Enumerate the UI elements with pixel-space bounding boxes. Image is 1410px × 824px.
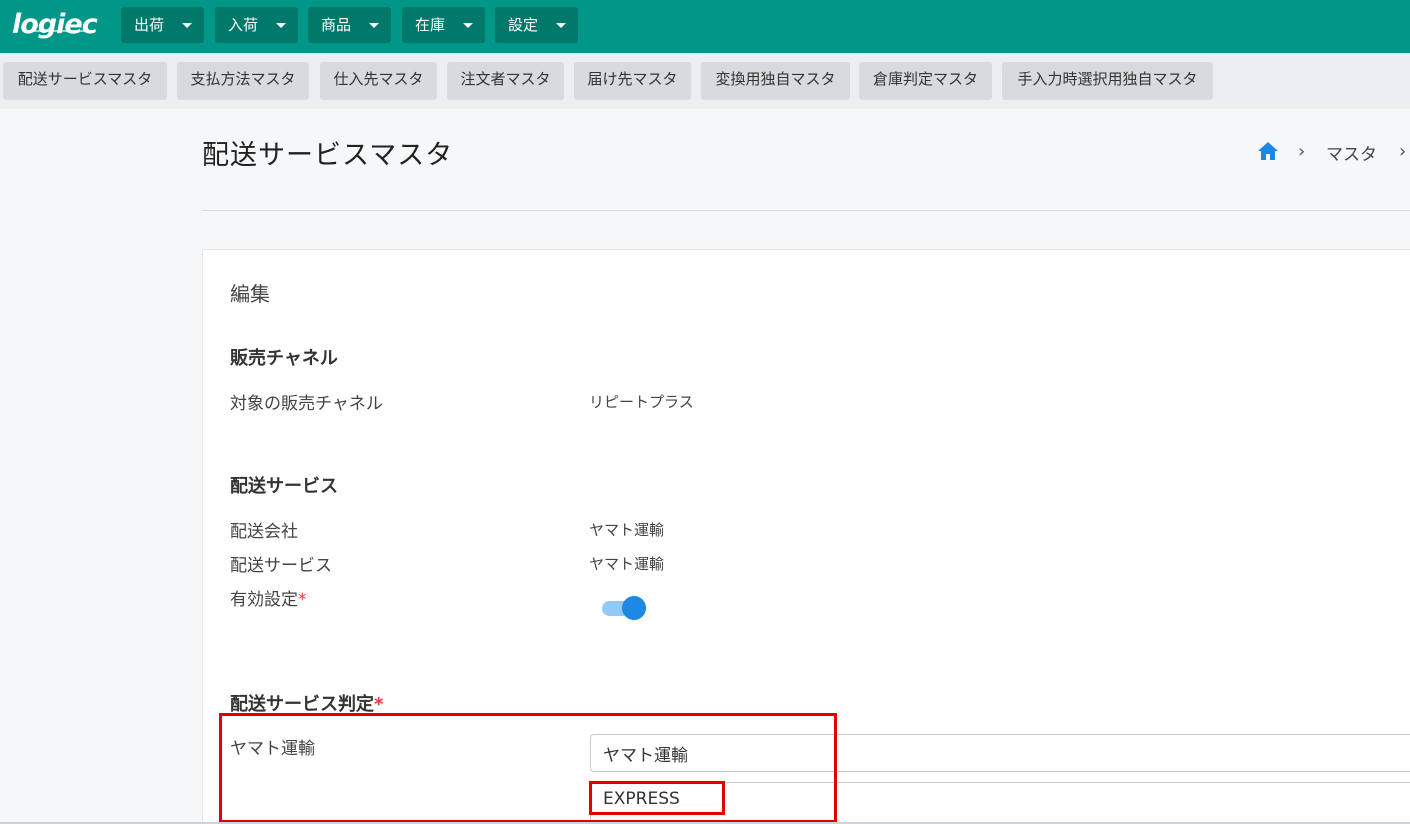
nav-inventory-label: 在庫 [415,16,446,34]
page-title: 配送サービスマスタ [202,140,454,171]
subnav-delivery-service-master[interactable]: 配送サービスマスタ [3,62,167,100]
chevron-right-icon: › [1399,141,1407,162]
service-judgement-text: 配送サービス判定 [230,694,374,715]
subnav-payment-method-master[interactable]: 支払方法マスタ [177,62,309,100]
caret-down-icon [463,23,473,28]
nav-settings-menu[interactable]: 設定 [495,7,578,43]
delivery-company-label: 配送会社 [230,522,298,542]
delivery-service-value: ヤマト運輸 [589,555,665,573]
subnav-destination-master[interactable]: 届け先マスタ [574,62,691,100]
nav-inventory-menu[interactable]: 在庫 [402,7,485,43]
judgement-row-label: ヤマト運輸 [230,739,315,759]
nav-receiving-menu[interactable]: 入荷 [215,7,298,43]
card-title: 編集 [230,282,270,306]
chevron-right-icon: › [1298,141,1306,162]
required-mark: * [374,694,384,715]
breadcrumb-item-master[interactable]: マスタ [1326,140,1377,165]
nav-shipping-label: 出荷 [134,16,165,34]
nav-products-menu[interactable]: 商品 [308,7,391,43]
nav-products-label: 商品 [321,16,352,34]
caret-down-icon [182,23,192,28]
subnav-conversion-master[interactable]: 変換用独自マスタ [701,62,850,100]
caret-down-icon [556,23,566,28]
divider [202,210,1410,211]
subnav-orderer-master[interactable]: 注文者マスタ [447,62,564,100]
section-heading-delivery-service: 配送サービス [230,476,338,497]
subnav-warehouse-master[interactable]: 倉庫判定マスタ [859,62,992,100]
caret-down-icon [276,23,286,28]
home-icon[interactable] [1256,140,1280,162]
top-navbar: logiec 出荷 入荷 商品 在庫 設定 [0,0,1410,53]
judgement-input-2[interactable] [590,782,1410,822]
subnav-manual-select-master[interactable]: 手入力時選択用独自マスタ [1002,62,1213,100]
delivery-service-label: 配送サービス [230,556,332,576]
judgement-input-1[interactable] [590,734,1410,772]
master-subnav: 配送サービスマスタ 支払方法マスタ 仕入先マスタ 注文者マスタ 届け先マスタ 変… [0,53,1410,109]
subnav-supplier-master[interactable]: 仕入先マスタ [320,62,437,100]
judgement-input-2-value: EXPRESS [603,789,680,809]
toggle-knob [622,596,646,620]
nav-settings-label: 設定 [508,16,539,34]
logo-underline [30,30,96,32]
required-mark: * [298,590,307,610]
section-heading-service-judgement: 配送サービス判定* [230,690,383,716]
enabled-setting-text: 有効設定 [230,590,298,610]
nav-receiving-label: 入荷 [228,16,259,34]
delivery-company-value: ヤマト運輸 [589,521,665,539]
nav-shipping-menu[interactable]: 出荷 [121,7,204,43]
logiec-logo[interactable]: logiec [12,8,104,44]
caret-down-icon [369,23,379,28]
enabled-toggle[interactable] [600,596,648,620]
target-sales-channel-label: 対象の販売チャネル [230,394,383,414]
enabled-setting-label: 有効設定* [230,585,307,610]
section-heading-sales-channel: 販売チャネル [230,348,338,369]
target-sales-channel-value: リピートプラス [589,393,694,411]
